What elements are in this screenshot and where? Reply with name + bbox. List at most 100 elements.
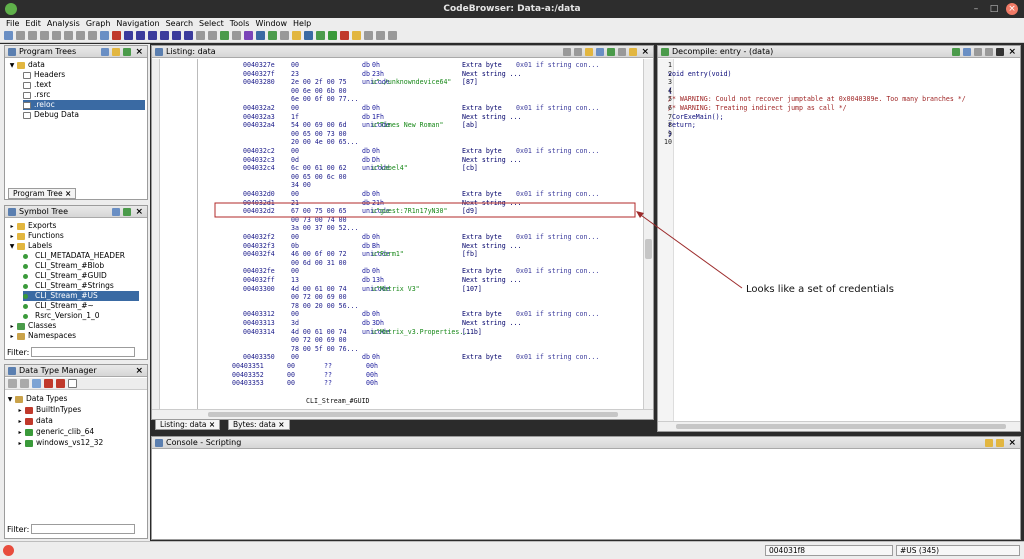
symbol-tree-item[interactable]: ▼ Labels (9, 241, 52, 251)
help-icon[interactable] (364, 31, 373, 40)
table-icon[interactable] (256, 31, 265, 40)
menu-select[interactable]: Select (199, 19, 224, 28)
refresh-icon[interactable] (952, 48, 960, 56)
expand-icon[interactable]: ▸ (9, 332, 15, 342)
decompile-hscroll[interactable] (658, 421, 1020, 431)
function-call-icon[interactable] (340, 31, 349, 40)
back-icon[interactable] (8, 379, 17, 388)
debug-icon[interactable] (316, 31, 325, 40)
symbol-tree-item[interactable]: CLI_Stream_#~ (23, 301, 94, 311)
folder-icon[interactable] (112, 48, 120, 56)
close-data-type-manager-icon[interactable]: × (135, 365, 143, 377)
disassemble-b-icon[interactable] (196, 31, 205, 40)
disassemble-d-icon[interactable] (136, 31, 145, 40)
dtm-item-windows[interactable]: ▸ windows_vs12_32 (17, 438, 103, 448)
filter-off-icon[interactable] (44, 379, 53, 388)
symbol-tree-item[interactable]: CLI_Stream_#Strings (23, 281, 114, 291)
disassemble-i-icon[interactable] (124, 31, 133, 40)
registers-icon[interactable] (280, 31, 289, 40)
tree-item-headers[interactable]: Headers (23, 70, 65, 80)
symbol-filter-input[interactable] (31, 347, 135, 357)
print-icon[interactable] (996, 48, 1004, 56)
nav-4-icon[interactable] (76, 31, 85, 40)
listing-hscroll[interactable] (152, 409, 653, 419)
tab-bytes[interactable]: Bytes: data × (228, 419, 290, 430)
copy-icon[interactable] (563, 48, 571, 56)
nav-3-icon[interactable] (64, 31, 73, 40)
toggle-icon[interactable] (618, 48, 626, 56)
listing-vscroll-thumb[interactable] (645, 239, 652, 259)
symbol-tree-item[interactable]: CLI_Stream_#US (23, 291, 139, 301)
script-icon[interactable] (292, 31, 301, 40)
expand-icon[interactable]: ▼ (9, 242, 15, 252)
refresh-icon[interactable] (123, 48, 131, 56)
menu-file[interactable]: File (6, 19, 19, 28)
menu-analysis[interactable]: Analysis (47, 19, 80, 28)
undo-icon[interactable] (208, 31, 217, 40)
listing-hscroll-thumb[interactable] (208, 412, 618, 417)
close-window-icon[interactable]: × (1006, 3, 1018, 15)
console-options-icon[interactable] (996, 439, 1004, 447)
tab-listing[interactable]: Listing: data × (155, 419, 221, 430)
dtm-root[interactable]: ▼ Data Types (7, 394, 68, 404)
clear-console-icon[interactable] (985, 439, 993, 447)
menu-tools[interactable]: Tools (230, 19, 250, 28)
tab-program-tree[interactable]: Program Tree × (8, 188, 77, 199)
filter-arrays-icon[interactable] (56, 379, 65, 388)
close-console-icon[interactable]: × (1008, 437, 1016, 449)
forward-icon[interactable] (20, 379, 29, 388)
options-icon[interactable] (32, 379, 41, 388)
symbol-view-icon[interactable] (112, 208, 120, 216)
collapse-icon[interactable] (68, 379, 77, 388)
listing-vscroll[interactable] (643, 59, 653, 409)
extra-1-icon[interactable] (376, 31, 385, 40)
paste-icon[interactable] (574, 48, 582, 56)
menu-navigation[interactable]: Navigation (116, 19, 159, 28)
navigate-icon[interactable] (100, 31, 109, 40)
menu-icon[interactable] (629, 48, 637, 56)
nav-5-icon[interactable] (88, 31, 97, 40)
snapshot-icon[interactable] (985, 48, 993, 56)
settings-icon[interactable] (352, 31, 361, 40)
disassemble-v-icon[interactable] (184, 31, 193, 40)
symbol-tree-item[interactable]: ▸ Functions (9, 231, 63, 241)
nav-2-icon[interactable] (52, 31, 61, 40)
forward-icon[interactable] (28, 31, 37, 40)
tree-item-debug-data[interactable]: Debug Data (23, 110, 79, 120)
dtm-filter-input[interactable] (31, 524, 135, 534)
symbol-tree-item[interactable]: ▸ Namespaces (9, 331, 76, 341)
disassemble-u-icon[interactable] (148, 31, 157, 40)
tree-item-reloc[interactable]: .reloc (23, 100, 145, 110)
menu-graph[interactable]: Graph (86, 19, 111, 28)
field-edit-icon[interactable] (596, 48, 604, 56)
decompile-line[interactable]: return; (668, 121, 696, 130)
refresh-icon[interactable] (123, 208, 131, 216)
symbol-tree-item[interactable]: Rsrc_Version_1_0 (23, 311, 100, 321)
open-tree-icon[interactable] (101, 48, 109, 56)
extra-2-icon[interactable] (388, 31, 397, 40)
snapshot-icon[interactable] (585, 48, 593, 56)
copy-icon[interactable] (974, 48, 982, 56)
symbol-tree-item[interactable]: ▸ Classes (9, 321, 56, 331)
diff-icon[interactable] (607, 48, 615, 56)
back-icon[interactable] (16, 31, 25, 40)
symbol-tree-item[interactable]: CLI_METADATA_HEADER (23, 251, 125, 261)
decompile-hscroll-thumb[interactable] (676, 424, 1006, 429)
decompile-line[interactable]: void entry(void) (668, 70, 732, 79)
stop-icon[interactable] (112, 31, 121, 40)
menu-window[interactable]: Window (255, 19, 287, 28)
symbol-tree-item[interactable]: ▸ Exports (9, 221, 56, 231)
save-icon[interactable] (4, 31, 13, 40)
nav-1-icon[interactable] (40, 31, 49, 40)
function-graph-icon[interactable] (328, 31, 337, 40)
close-symbol-tree-icon[interactable]: × (135, 206, 143, 218)
menu-help[interactable]: Help (293, 19, 311, 28)
tree-root-data[interactable]: ▼ data (9, 60, 45, 70)
run-icon[interactable] (304, 31, 313, 40)
disassemble-f-icon[interactable] (172, 31, 181, 40)
tree-item-rsrc[interactable]: .rsrc (23, 90, 50, 100)
dtm-item-builtin[interactable]: ▸ BuiltInTypes (17, 405, 81, 415)
menu-edit[interactable]: Edit (25, 19, 41, 28)
dtm-item-generic-clib[interactable]: ▸ generic_clib_64 (17, 427, 94, 437)
disassemble-l-icon[interactable] (160, 31, 169, 40)
